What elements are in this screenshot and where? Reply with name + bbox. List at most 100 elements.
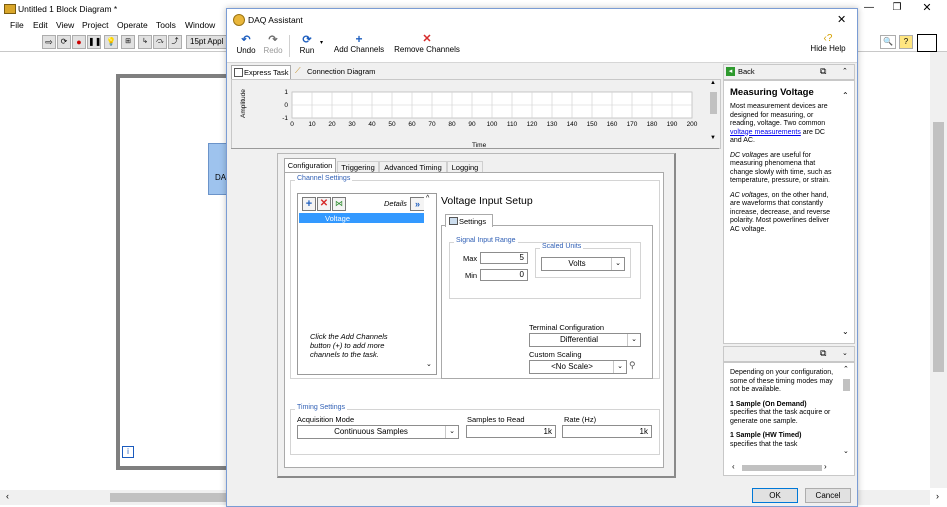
graph-scroll-thumb[interactable] [710, 92, 717, 114]
terminal-config-label: Terminal Configuration [529, 323, 605, 332]
graph-xtick-label: 170 [627, 121, 638, 128]
scaled-units-select[interactable]: Volts ⌄ [541, 257, 625, 271]
vi-icon [917, 34, 937, 52]
channel-properties-button[interactable]: ⋈ [332, 197, 346, 211]
undo-button[interactable]: ↶ Undo [235, 33, 257, 55]
bg-vertical-scrollbar[interactable] [930, 52, 947, 488]
help-hscroll-thumb[interactable] [742, 465, 822, 471]
dialog-close-icon[interactable]: ✕ [837, 13, 846, 26]
cancel-button[interactable]: Cancel [805, 488, 851, 503]
hide-help-button[interactable]: ‹? Hide Help [805, 33, 851, 53]
loop-iteration-terminal: i [122, 446, 134, 458]
run-button[interactable]: ⟳ Run [295, 33, 319, 55]
bg-minimize-button[interactable]: — [858, 2, 880, 16]
help-lower-scroll-up-icon[interactable]: ⌃ [843, 365, 849, 373]
graph-xtick-label: 100 [487, 121, 498, 128]
help-lower-hscrollbar[interactable]: ‹ › [724, 462, 841, 473]
step-over-icon[interactable]: ⤼ [153, 35, 167, 49]
acquisition-mode-select[interactable]: Continuous Samples ⌄ [297, 425, 459, 439]
voltage-measurements-link[interactable]: voltage measurements [730, 129, 801, 136]
tab-express-task[interactable]: Express Task [231, 65, 291, 79]
tab-settings[interactable]: Settings [445, 214, 493, 227]
channel-list-item-voltage[interactable]: Voltage [299, 213, 425, 223]
rate-input[interactable]: 1k [562, 425, 652, 438]
menu-file[interactable]: File [10, 20, 24, 30]
help-lower-scroll-down-icon[interactable]: ⌄ [843, 447, 849, 455]
menu-window[interactable]: Window [185, 20, 215, 30]
abort-icon[interactable]: ● [72, 35, 86, 49]
chevron-down-icon: ⌄ [627, 334, 640, 346]
max-input[interactable]: 5 [480, 252, 528, 264]
highlight-icon[interactable]: 💡 [104, 35, 118, 49]
run-dropdown-icon[interactable]: ▾ [320, 39, 323, 46]
help-back-button[interactable]: Back [738, 67, 755, 76]
menu-tools[interactable]: Tools [156, 20, 176, 30]
help-hscroll-right-icon[interactable]: › [824, 462, 827, 471]
channel-scroll-up-icon[interactable]: ^ [426, 195, 429, 202]
graph-xtick-label: 160 [607, 121, 618, 128]
channel-scroll-down-icon[interactable]: ⌄ [426, 360, 432, 368]
tab-connection-diagram[interactable]: ⟋ Connection Diagram [293, 65, 385, 78]
graph-ytick-label: -1 [282, 115, 288, 122]
graph-scroll-down-icon[interactable]: ▼ [710, 135, 716, 141]
help-lower-scroll-thumb[interactable] [843, 379, 850, 391]
terminal-config-select[interactable]: Differential ⌄ [529, 333, 641, 347]
bg-search-icon[interactable]: 🔍 [880, 35, 896, 49]
help-scroll-down-icon[interactable]: ⌄ [842, 327, 849, 336]
run-continuously-icon[interactable]: ⟳ [57, 35, 71, 49]
remove-channels-button[interactable]: ✕ Remove Channels [392, 33, 462, 54]
tab-configuration[interactable]: Configuration [284, 158, 336, 173]
help-hscroll-left-icon[interactable]: ‹ [732, 462, 735, 471]
details-expand-button[interactable]: » [410, 197, 425, 211]
graph-scroll-up-icon[interactable]: ▲ [710, 80, 716, 86]
menu-view[interactable]: View [56, 20, 74, 30]
undo-icon: ↶ [241, 34, 251, 46]
retain-wire-icon[interactable]: ⊞ [121, 35, 135, 49]
redo-icon: ↷ [268, 34, 278, 46]
chevron-down-icon: ⌄ [611, 258, 624, 270]
samples-to-read-input[interactable]: 1k [466, 425, 556, 438]
run-arrow-icon[interactable]: ⇨ [42, 35, 56, 49]
help-scroll-up-icon[interactable]: ⌃ [842, 91, 849, 100]
custom-scaling-select[interactable]: <No Scale> ⌄ [529, 360, 627, 374]
menu-project[interactable]: Project [82, 20, 108, 30]
add-channel-button[interactable]: + [302, 197, 316, 211]
bg-hscroll-thumb[interactable] [110, 493, 228, 502]
graph-ytick-label: 0 [284, 102, 288, 109]
redo-button[interactable]: ↷ Redo [262, 33, 284, 55]
graph-scrollbar[interactable]: ▲ ▼ [708, 80, 719, 146]
remove-channel-button[interactable]: ✕ [317, 197, 331, 211]
bg-close-button[interactable]: ✕ [916, 1, 938, 15]
pause-icon[interactable]: ❚❚ [87, 35, 101, 49]
menu-operate[interactable]: Operate [117, 20, 148, 30]
help-lightbulb-icon: ‹? [823, 33, 833, 44]
config-outer-panel: Configuration Triggering Advanced Timing… [231, 148, 719, 478]
min-input[interactable]: 0 [480, 269, 528, 281]
ok-button[interactable]: OK [752, 488, 798, 503]
context-help-icon[interactable]: ? [899, 35, 913, 49]
bg-maximize-button[interactable]: ❐ [886, 2, 908, 16]
help-window-icon[interactable]: ⧉ [820, 66, 826, 77]
scroll-left-arrow-icon[interactable]: ‹ [6, 491, 9, 501]
step-into-icon[interactable]: ↳ [138, 35, 152, 49]
custom-scale-wizard-icon[interactable]: ⚲ [629, 360, 636, 371]
channel-list-scrollbar[interactable]: ^ ⌄ [424, 194, 435, 372]
scroll-right-arrow-icon[interactable]: › [936, 491, 939, 501]
dialog-toolbar: ↶ Undo ↷ Redo ⟳ Run ▾ + Add Channels ✕ R… [227, 31, 857, 63]
channel-settings-label: Channel Settings [295, 175, 353, 182]
help-lower-dropdown-icon[interactable]: ⌄ [842, 349, 848, 357]
rate-label: Rate (Hz) [564, 415, 597, 424]
help-lower-scrollbar[interactable]: ⌃ ⌄ [841, 363, 852, 461]
back-arrow-icon[interactable]: ◂ [726, 67, 735, 76]
add-channels-button[interactable]: + Add Channels [331, 33, 387, 54]
help-nav-bar: ◂ Back ⧉ ⌃ [723, 64, 855, 80]
block-diagram-loop [116, 74, 238, 470]
channel-list-panel: + ✕ ⋈ Details » Voltage Click the Add Ch… [297, 193, 437, 375]
menu-edit[interactable]: Edit [33, 20, 48, 30]
step-out-icon[interactable]: ⤴ [168, 35, 182, 49]
graph-xtick-label: 80 [448, 121, 456, 128]
block-diagram-icon [4, 4, 16, 14]
help-lower-window-icon[interactable]: ⧉ [820, 348, 826, 359]
help-collapse-icon[interactable]: ⌃ [842, 67, 848, 75]
bg-scroll-thumb[interactable] [933, 122, 944, 372]
